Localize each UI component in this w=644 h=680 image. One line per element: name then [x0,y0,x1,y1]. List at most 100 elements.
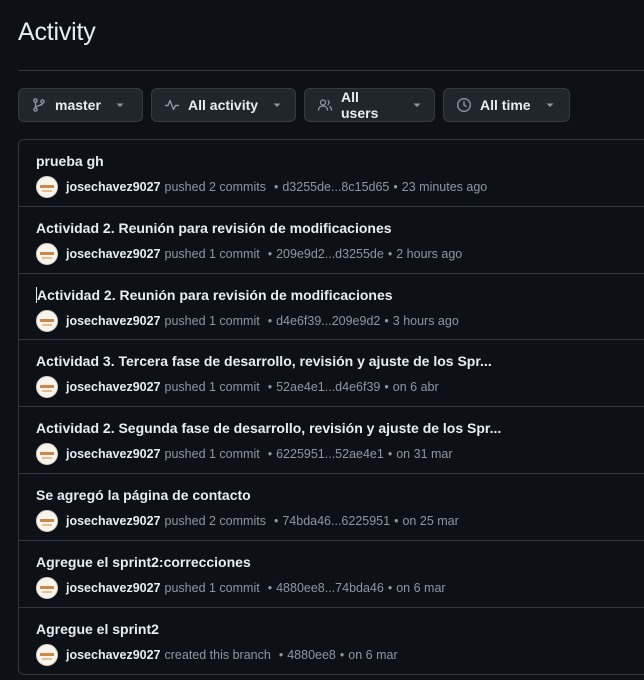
activity-item[interactable]: prueba gh josechavez9027 pushed 2 commit… [19,140,644,207]
activity-item[interactable]: Actividad 2. Reunión para revisión de mo… [19,207,644,274]
separator-dot: • [387,246,393,261]
avatar[interactable] [36,509,58,532]
activity-item[interactable]: Actividad 2. Segunda fase de desarrollo,… [19,407,644,474]
separator-dot: • [273,513,279,528]
username-link[interactable]: josechavez9027 [66,314,161,328]
activity-filter-button[interactable]: All activity [151,88,296,122]
activity-item[interactable]: Agregue el sprint2:correcciones josechav… [19,541,644,608]
commit-range-link[interactable]: 6225951...52ae4e1 [276,447,384,461]
activity-meta: josechavez9027 pushed 1 commit • 52ae4e1… [36,376,644,399]
activity-title[interactable]: Se agregó la página de contacto [36,486,644,504]
commit-range-link[interactable]: 52ae4e1...d4e6f39 [276,380,380,394]
separator-dot: • [387,447,393,462]
activity-title[interactable]: Actividad 3. Tercera fase de desarrollo,… [36,352,644,370]
activity-item[interactable]: Se agregó la página de contacto josechav… [19,474,644,541]
time-filter-label: All time [480,97,531,113]
activity-item[interactable]: Actividad 3. Tercera fase de desarrollo,… [19,340,644,408]
activity-filter-label: All activity [188,97,259,113]
commit-range-link[interactable]: 209e9d2...d3255de [276,247,384,261]
separator-dot: • [267,246,273,261]
avatar[interactable] [36,576,58,599]
activity-action: pushed 1 commit [164,447,260,462]
username-link[interactable]: josechavez9027 [66,180,161,194]
activity-title[interactable]: Actividad 2. Reunión para revisión de mo… [36,219,644,237]
separator-dot: • [267,380,273,395]
activity-meta: josechavez9027 pushed 2 commits • 74bda4… [36,509,644,532]
time-filter-button[interactable]: All time [443,88,570,122]
branch-filter-label: master [55,97,101,113]
activity-time: 2 hours ago [396,246,463,261]
activity-action: pushed 1 commit [164,313,260,328]
activity-time: on 31 mar [396,447,453,462]
separator-dot: • [267,447,273,462]
activity-meta: josechavez9027 pushed 2 commits • d3255d… [36,176,644,198]
avatar[interactable] [36,176,58,198]
activity-title[interactable]: Actividad 2. Segunda fase de desarrollo,… [36,419,644,437]
username-link[interactable]: josechavez9027 [66,447,161,461]
separator-dot: • [273,180,279,194]
username-link[interactable]: josechavez9027 [66,581,161,595]
commit-range-link[interactable]: d4e6f39...209e9d2 [276,314,380,328]
activity-meta: josechavez9027 created this branch • 488… [36,643,644,666]
username-link[interactable]: josechavez9027 [66,247,161,261]
chevron-down-icon [115,100,125,110]
users-filter-button[interactable]: All users [304,88,435,122]
separator-dot: • [387,580,393,595]
branch-filter-button[interactable]: master [18,88,143,122]
clock-icon [456,97,472,113]
chevron-down-icon [272,100,282,110]
separator-dot: • [267,580,273,595]
activity-time: on 6 mar [396,580,446,595]
username-link[interactable]: josechavez9027 [66,380,161,394]
commit-range-link[interactable]: 74bda46...6225951 [282,514,390,528]
chevron-down-icon [412,100,422,110]
separator-dot: • [278,647,284,662]
separator-dot: • [384,380,389,395]
title-divider [18,70,644,71]
activity-time: on 25 mar [402,513,459,528]
commit-range-link[interactable]: 4880ee8...74bda46 [276,581,384,595]
activity-item[interactable]: Agregue el sprint2 josechavez9027 create… [19,608,644,674]
activity-time: 3 hours ago [392,313,459,328]
activity-title[interactable]: Agregue el sprint2 [36,620,644,638]
filter-bar: master All activity All users All time [18,88,570,122]
chevron-down-icon [545,100,555,110]
separator-dot: • [394,513,399,528]
separator-dot: • [393,180,398,194]
activity-title-with-cursor[interactable]: Actividad 2. Reunión para revisión de mo… [36,286,644,304]
activity-list: prueba gh josechavez9027 pushed 2 commit… [18,139,644,675]
git-branch-icon [31,97,47,113]
separator-dot: • [384,313,389,328]
activity-meta: josechavez9027 pushed 1 commit • 6225951… [36,443,644,466]
activity-action: pushed 1 commit [164,380,260,395]
commit-range-link[interactable]: d3255de...8c15d65 [282,180,389,194]
activity-meta: josechavez9027 pushed 1 commit • 209e9d2… [36,242,644,265]
separator-dot: • [267,313,273,328]
page-title: Activity [18,18,96,46]
avatar[interactable] [36,643,58,666]
activity-time: on 6 abr [392,380,439,395]
avatar[interactable] [36,309,58,332]
activity-time: on 6 mar [348,647,398,662]
username-link[interactable]: josechavez9027 [66,514,161,528]
activity-action: pushed 2 commits [164,513,266,528]
people-icon [317,97,333,113]
activity-title[interactable]: Agregue el sprint2:correcciones [36,553,644,571]
activity-title[interactable]: Actividad 2. Reunión para revisión de mo… [37,287,393,303]
pulse-icon [164,97,180,113]
activity-action: pushed 1 commit [164,580,260,595]
activity-item[interactable]: Actividad 2. Reunión para revisión de mo… [19,274,644,341]
avatar[interactable] [36,376,58,399]
activity-meta: josechavez9027 pushed 1 commit • d4e6f39… [36,309,644,332]
activity-action: created this branch [164,647,271,662]
avatar[interactable] [36,242,58,265]
users-filter-label: All users [341,89,379,121]
avatar[interactable] [36,443,58,466]
separator-dot: • [339,647,345,662]
username-link[interactable]: josechavez9027 [66,648,161,662]
activity-action: pushed 1 commit [164,246,260,261]
activity-action: pushed 2 commits [164,180,266,194]
commit-range-link[interactable]: 4880ee8 [287,648,336,662]
activity-title[interactable]: prueba gh [36,152,644,170]
activity-time: 23 minutes ago [401,180,488,194]
